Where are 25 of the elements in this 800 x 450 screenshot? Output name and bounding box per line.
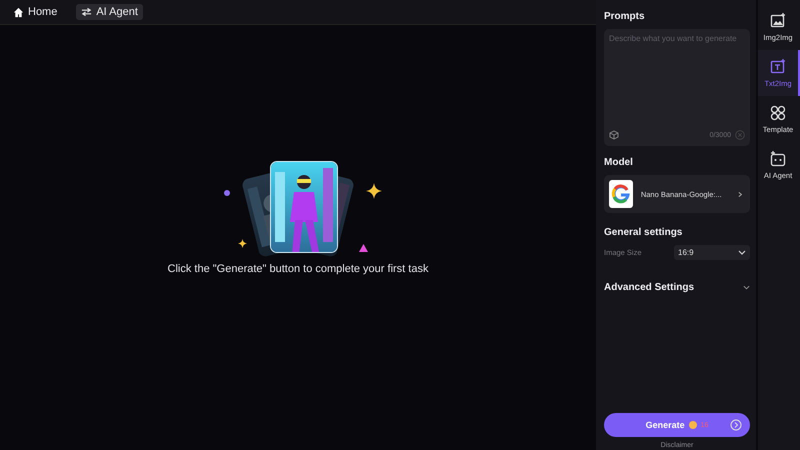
advanced-settings-toggle[interactable]: Advanced Settings: [604, 282, 750, 293]
ai-agent-button[interactable]: AI Agent: [76, 4, 143, 20]
general-settings-heading: General settings: [604, 227, 684, 238]
swap-icon: [81, 7, 92, 17]
robot-icon: [770, 150, 786, 166]
template-icon: [770, 104, 786, 120]
image-icon: [770, 12, 786, 28]
dot-icon: [224, 190, 230, 196]
home-icon: [13, 6, 24, 18]
sparkle-icon: [238, 238, 247, 248]
triangle-icon: [359, 244, 368, 252]
coin-icon: [688, 421, 697, 429]
sparkle-icon: [366, 182, 382, 198]
image-size-dropdown[interactable]: 16:9: [674, 245, 750, 260]
help-icon: [730, 419, 742, 431]
text-image-icon: [770, 58, 786, 74]
model-heading: Model: [604, 157, 634, 168]
home-link[interactable]: Home: [8, 4, 62, 20]
cube-icon[interactable]: [609, 130, 619, 140]
g-logo-icon: [610, 184, 631, 204]
chevron-down-icon: [743, 285, 750, 290]
prompts-heading: Prompts: [604, 11, 646, 22]
chevron-right-icon: [738, 190, 742, 198]
chevron-down-icon: [738, 250, 746, 255]
empty-state-message: Click the "Generate" button to complete your first task: [168, 262, 428, 274]
